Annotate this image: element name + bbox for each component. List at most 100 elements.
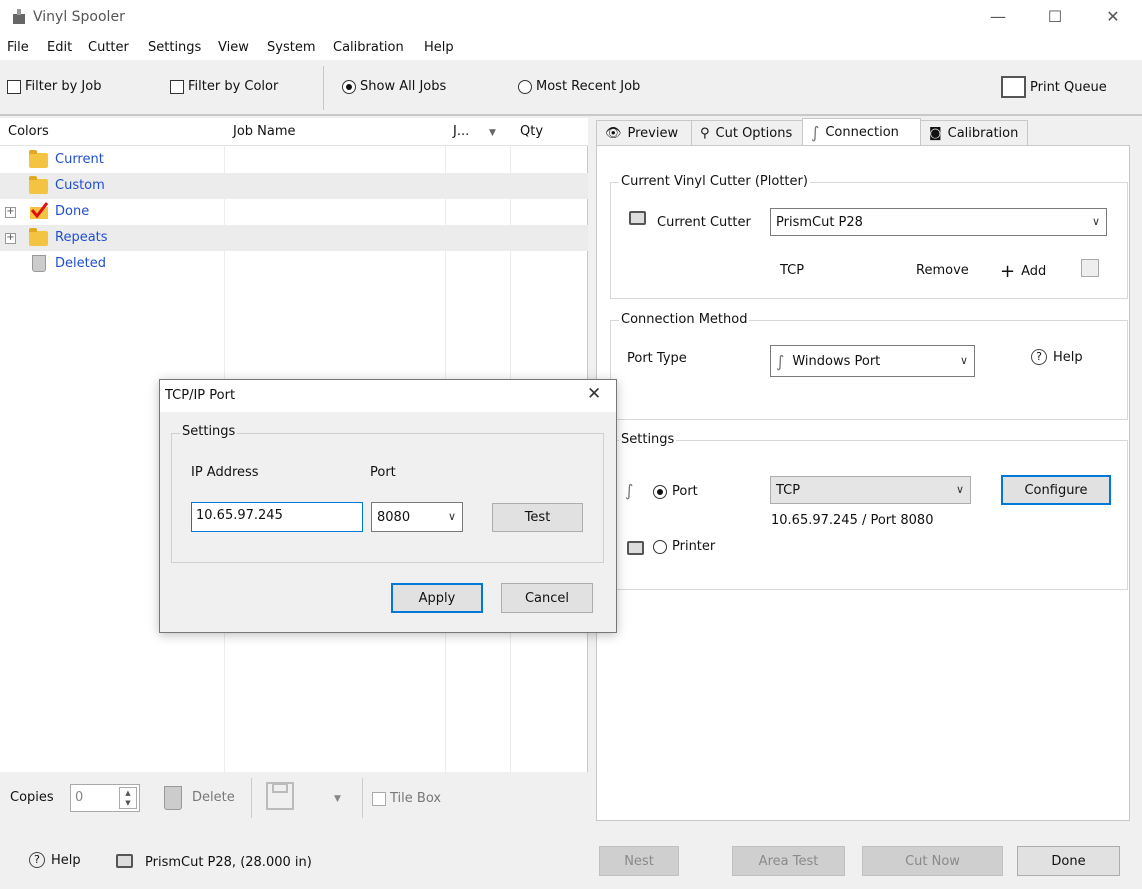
port-select-value: TCP — [776, 482, 801, 498]
save-icon[interactable] — [266, 782, 294, 814]
spin-arrows-icon[interactable]: ▲ ▼ — [119, 787, 137, 809]
tree-label: Done — [55, 204, 90, 219]
toolbar-divider — [323, 66, 324, 110]
radio-selected-icon — [342, 79, 356, 94]
help-button[interactable]: ? Help — [1031, 349, 1083, 365]
tree-row-deleted[interactable]: Deleted — [0, 251, 588, 277]
ip-address-label: IP Address — [191, 465, 259, 480]
status-bar: ? Help PrismCut P28, (28.000 in) Nest Ar… — [0, 822, 1142, 889]
checkmark-icon — [29, 201, 49, 225]
filter-by-color-checkbox[interactable]: Filter by Color — [170, 79, 278, 94]
add-button[interactable]: + Add — [1000, 261, 1046, 282]
tab-strip: 👁 Preview ⚲ Cut Options ∫ Connection ◙ C… — [596, 118, 1142, 146]
cutter-properties-icon[interactable] — [1081, 259, 1099, 277]
expand-icon[interactable]: + — [5, 233, 16, 244]
done-button[interactable]: Done — [1017, 846, 1120, 876]
column-header-job-name[interactable]: Job Name — [233, 124, 296, 139]
help-button[interactable]: ? Help — [29, 852, 81, 868]
plug-icon: ∫ — [625, 481, 634, 500]
tile-box-checkbox[interactable]: Tile Box — [372, 791, 441, 806]
checkbox-icon — [170, 79, 184, 94]
tab-calibration[interactable]: ◙ Calibration — [920, 120, 1028, 146]
tcp-ip-port-dialog: TCP/IP Port ✕ Settings IP Address Port 1… — [159, 379, 617, 633]
copies-value: 0 — [75, 790, 84, 805]
copies-stepper[interactable]: 0 ▲ ▼ — [70, 784, 140, 812]
show-all-jobs-radio[interactable]: Show All Jobs — [342, 79, 446, 94]
menu-calibration[interactable]: Calibration — [333, 40, 404, 55]
port-select[interactable]: 8080 ∨ — [371, 502, 463, 532]
folder-icon — [29, 150, 48, 168]
configure-button[interactable]: Configure — [1001, 475, 1111, 505]
printer-icon — [116, 854, 133, 868]
tab-cut-options[interactable]: ⚲ Cut Options — [691, 120, 803, 146]
most-recent-job-radio[interactable]: Most Recent Job — [518, 79, 640, 94]
current-cutter-select[interactable]: PrismCut P28 ∨ — [770, 208, 1107, 236]
close-button[interactable]: ✕ — [1084, 0, 1142, 36]
printer-radio[interactable]: Printer — [653, 539, 715, 554]
tree-row-repeats[interactable]: + Repeats — [0, 225, 588, 251]
menu-settings[interactable]: Settings — [148, 40, 201, 55]
print-queue-label: Print Queue — [1030, 79, 1107, 95]
checkbox-icon — [372, 791, 386, 806]
remove-button[interactable]: Remove — [916, 263, 969, 278]
menu-edit[interactable]: Edit — [47, 40, 72, 55]
filter-by-color-label: Filter by Color — [188, 79, 279, 94]
dialog-title: TCP/IP Port — [165, 388, 236, 403]
blade-icon: ⚲ — [700, 125, 710, 141]
nest-button[interactable]: Nest — [599, 846, 679, 876]
menu-view[interactable]: View — [218, 40, 249, 55]
column-header-qty[interactable]: Qty — [520, 124, 543, 139]
settings-group: Settings ∫ Port TCP ∨ Configure 10.65.97… — [610, 432, 1128, 590]
sort-down-icon[interactable]: ▼ — [489, 128, 496, 138]
column-header-j[interactable]: J... — [453, 124, 469, 139]
group-title: Connection Method — [619, 312, 750, 327]
tree-row-custom[interactable]: Custom — [0, 173, 588, 199]
close-icon[interactable]: ✕ — [587, 384, 601, 404]
menu-file[interactable]: File — [7, 40, 29, 55]
eye-icon: 👁 — [605, 125, 622, 141]
radio-icon — [653, 539, 667, 554]
menu-cutter[interactable]: Cutter — [88, 40, 129, 55]
delete-button[interactable]: Delete — [192, 790, 235, 805]
menu-help[interactable]: Help — [424, 40, 454, 55]
chevron-down-icon: ∨ — [959, 354, 968, 367]
port-radio-label: Port — [672, 484, 698, 499]
test-button[interactable]: Test — [492, 503, 583, 532]
tree-row-done[interactable]: + Done — [0, 199, 588, 225]
plug-icon: ∫ — [776, 351, 785, 371]
tab-preview[interactable]: 👁 Preview — [596, 120, 692, 146]
maximize-button[interactable]: ☐ — [1026, 0, 1084, 36]
tree-label: Deleted — [55, 256, 106, 271]
show-all-jobs-label: Show All Jobs — [360, 79, 447, 94]
chevron-down-icon: ∨ — [447, 510, 456, 523]
port-type-label: Port Type — [627, 351, 687, 366]
menu-system[interactable]: System — [267, 40, 315, 55]
minimize-button[interactable]: — — [969, 0, 1027, 36]
area-test-button[interactable]: Area Test — [732, 846, 845, 876]
print-queue-button[interactable]: Print Queue — [1001, 76, 1107, 98]
port-radio[interactable]: Port — [653, 484, 698, 499]
column-header-colors[interactable]: Colors — [8, 124, 49, 139]
port-type-select[interactable]: ∫ Windows Port ∨ — [770, 345, 975, 377]
filter-by-job-checkbox[interactable]: Filter by Job — [7, 79, 101, 94]
expand-icon[interactable]: + — [5, 207, 16, 218]
tab-label: Cut Options — [715, 125, 793, 141]
app-icon — [11, 8, 27, 26]
chevron-down-icon: ∨ — [955, 483, 964, 496]
cut-now-button[interactable]: Cut Now — [862, 846, 1003, 876]
tab-connection[interactable]: ∫ Connection — [802, 118, 921, 146]
cancel-button[interactable]: Cancel — [501, 583, 593, 613]
divider — [362, 778, 363, 818]
tree-row-current[interactable]: Current — [0, 147, 588, 173]
apply-button[interactable]: Apply — [391, 583, 483, 613]
dropdown-arrow-icon[interactable]: ▼ — [334, 794, 341, 804]
ip-address-input[interactable]: 10.65.97.245 — [191, 502, 363, 532]
port-select[interactable]: TCP ∨ — [770, 476, 971, 504]
plug-icon: ∫ — [811, 122, 820, 142]
print-queue-icon — [1001, 76, 1026, 98]
most-recent-job-label: Most Recent Job — [536, 79, 641, 94]
group-title: Current Vinyl Cutter (Plotter) — [619, 174, 810, 189]
radio-icon — [518, 79, 532, 94]
port-value: 8080 — [377, 509, 411, 525]
printer-radio-label: Printer — [672, 539, 716, 554]
